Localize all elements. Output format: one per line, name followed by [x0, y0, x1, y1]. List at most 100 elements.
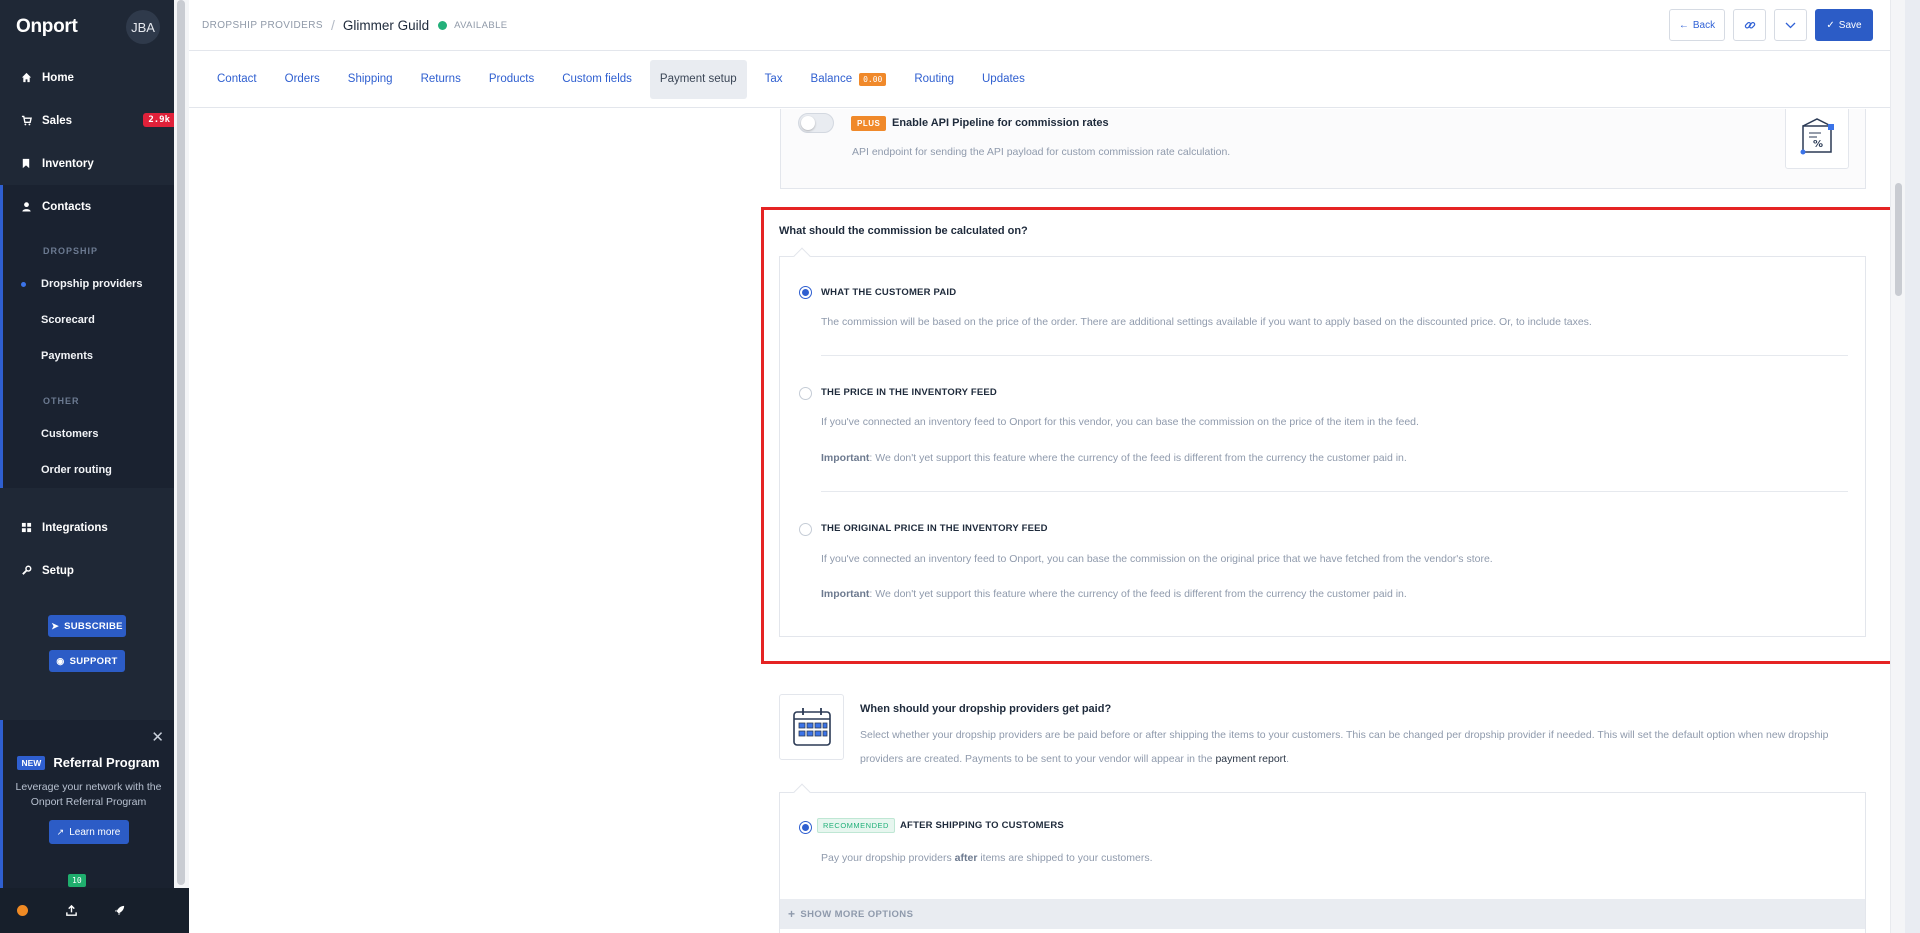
send-icon: ➤: [51, 620, 60, 631]
api-pipeline-description: API endpoint for sending the API payload…: [852, 146, 1231, 158]
tab-label: Balance: [810, 73, 853, 85]
status-indicator[interactable]: [17, 905, 65, 916]
sidebar-item-label: Setup: [42, 564, 74, 577]
save-button[interactable]: ✓ Save: [1815, 9, 1873, 41]
main-scroll-thumb[interactable]: [1895, 183, 1902, 296]
sidebar-header: Onport JBA: [0, 0, 174, 54]
sidebar-item-label: Integrations: [42, 521, 108, 534]
sidebar-item-inventory[interactable]: Inventory: [0, 142, 174, 185]
app-logo[interactable]: Onport: [16, 16, 78, 38]
plus-badge: PLUS: [851, 116, 887, 131]
radio-customer-paid[interactable]: [799, 286, 812, 299]
tab-orders[interactable]: Orders: [275, 60, 330, 99]
sidebar-scroll-thumb[interactable]: [177, 0, 185, 885]
api-pipeline-toggle[interactable]: [798, 113, 834, 133]
api-pipeline-card: PLUS Enable API Pipeline for commission …: [780, 109, 1866, 189]
breadcrumb[interactable]: DROPSHIP PROVIDERS: [202, 20, 323, 31]
tab-custom-fields[interactable]: Custom fields: [552, 60, 642, 99]
option-description: If you've connected an inventory feed to…: [821, 553, 1493, 565]
close-icon[interactable]: ✕: [151, 728, 164, 746]
tab-bar: Contact Orders Shipping Returns Products…: [189, 51, 1905, 108]
referral-text: Leverage your network with the Onport Re…: [15, 781, 162, 808]
tab-shipping[interactable]: Shipping: [338, 60, 403, 99]
sidebar-item-home[interactable]: Home: [0, 56, 174, 99]
link-button[interactable]: [1733, 9, 1766, 41]
option-description: If you've connected an inventory feed to…: [821, 416, 1419, 428]
main-scrollbar[interactable]: [1890, 0, 1905, 933]
tab-tax[interactable]: Tax: [755, 60, 793, 99]
more-dropdown-button[interactable]: [1774, 9, 1807, 41]
radio-original-feed-price[interactable]: [799, 523, 812, 536]
status-dot-icon: [17, 905, 28, 916]
payment-report-link[interactable]: payment report: [1215, 753, 1286, 765]
check-icon: ✓: [1826, 19, 1835, 31]
sidebar-item-customers[interactable]: Customers: [3, 416, 174, 452]
tab-label: Routing: [914, 73, 954, 85]
home-icon: [20, 72, 32, 84]
sidebar-item-label: Payments: [41, 350, 93, 362]
other-heading: OTHER: [43, 396, 80, 406]
tab-updates[interactable]: Updates: [972, 60, 1035, 99]
support-button[interactable]: ◉ SUPPORT: [49, 650, 125, 672]
subscribe-label: SUBSCRIBE: [64, 620, 123, 632]
commission-document-icon: %: [1785, 109, 1849, 169]
rocket-button[interactable]: [113, 904, 161, 917]
tab-label: Contact: [217, 73, 257, 85]
sidebar-scrollbar[interactable]: [174, 0, 189, 888]
option-important-note: Important: We don't yet support this fea…: [821, 452, 1407, 464]
header-actions: ← Back ✓ Save: [1669, 9, 1873, 41]
tab-returns[interactable]: Returns: [411, 60, 471, 99]
option-title: AFTER SHIPPING TO CUSTOMERS: [900, 820, 1064, 831]
status-dot: [438, 20, 448, 30]
tab-payment-setup[interactable]: Payment setup: [649, 59, 747, 99]
sidebar-item-sales[interactable]: Sales 2.9k: [0, 99, 174, 142]
radio-feed-price[interactable]: [799, 387, 812, 400]
sales-count-badge: 2.9k: [143, 113, 174, 127]
option-description: Pay your dropship providers after items …: [821, 852, 1153, 864]
sidebar-item-label: Inventory: [42, 157, 94, 170]
avatar[interactable]: JBA: [126, 10, 160, 44]
sidebar-item-setup[interactable]: Setup: [0, 549, 174, 592]
payment-timing-description: Select whether your dropship providers a…: [860, 723, 1860, 771]
important-text: : We don't yet support this feature wher…: [869, 588, 1407, 600]
breadcrumb-separator: /: [330, 17, 335, 33]
desc-before: Pay your dropship providers: [821, 852, 955, 864]
back-button[interactable]: ← Back: [1669, 9, 1725, 41]
sidebar-item-label: Scorecard: [41, 314, 95, 326]
commission-question: What should the commission be calculated…: [779, 225, 1028, 237]
tab-balance[interactable]: Balance 0.00: [801, 60, 897, 99]
sidebar-item-order-routing[interactable]: Order routing: [3, 452, 174, 488]
option-title: THE ORIGINAL PRICE IN THE INVENTORY FEED: [821, 523, 1048, 534]
show-more-options-button[interactable]: + SHOW MORE OPTIONS: [780, 899, 1865, 929]
divider: [821, 491, 1848, 492]
top-bar: DROPSHIP PROVIDERS / Glimmer Guild AVAIL…: [189, 0, 1905, 51]
sidebar-item-label: Dropship providers: [41, 278, 143, 290]
tab-label: Returns: [420, 73, 461, 85]
learn-more-button[interactable]: ↗ Learn more: [48, 820, 129, 844]
subscribe-button[interactable]: ➤ SUBSCRIBE: [48, 615, 126, 637]
sidebar-footer: 10: [0, 874, 189, 933]
important-label: Important: [821, 588, 870, 600]
payment-options: RECOMMENDED AFTER SHIPPING TO CUSTOMERS …: [779, 783, 1866, 933]
tab-label: Custom fields: [562, 73, 632, 85]
arrow-left-icon: ←: [1678, 19, 1689, 31]
sidebar-item-contacts[interactable]: Contacts: [3, 185, 174, 228]
tab-products[interactable]: Products: [479, 60, 544, 99]
tab-contact[interactable]: Contact: [207, 60, 267, 99]
commission-options: WHAT THE CUSTOMER PAID The commission wi…: [779, 247, 1866, 637]
upload-button[interactable]: 10: [65, 874, 113, 917]
api-pipeline-title: Enable API Pipeline for commission rates: [892, 117, 1109, 129]
referral-banner: ✕ NEW Referral Program Leverage your net…: [0, 720, 174, 888]
sidebar-item-dropship-providers[interactable]: Dropship providers: [3, 266, 174, 302]
page-title: Glimmer Guild: [342, 17, 430, 33]
svg-text:%: %: [1813, 139, 1823, 150]
referral-title-text: Referral Program: [53, 755, 160, 770]
description-period: .: [1286, 753, 1289, 765]
radio-after-shipping[interactable]: [799, 821, 812, 834]
sidebar-item-payments[interactable]: Payments: [3, 338, 174, 374]
tab-label: Payment setup: [659, 73, 737, 85]
tab-routing[interactable]: Routing: [904, 60, 964, 99]
sidebar-item-integrations[interactable]: Integrations: [0, 506, 174, 549]
option-title: WHAT THE CUSTOMER PAID: [821, 287, 957, 298]
sidebar-item-scorecard[interactable]: Scorecard: [3, 302, 174, 338]
